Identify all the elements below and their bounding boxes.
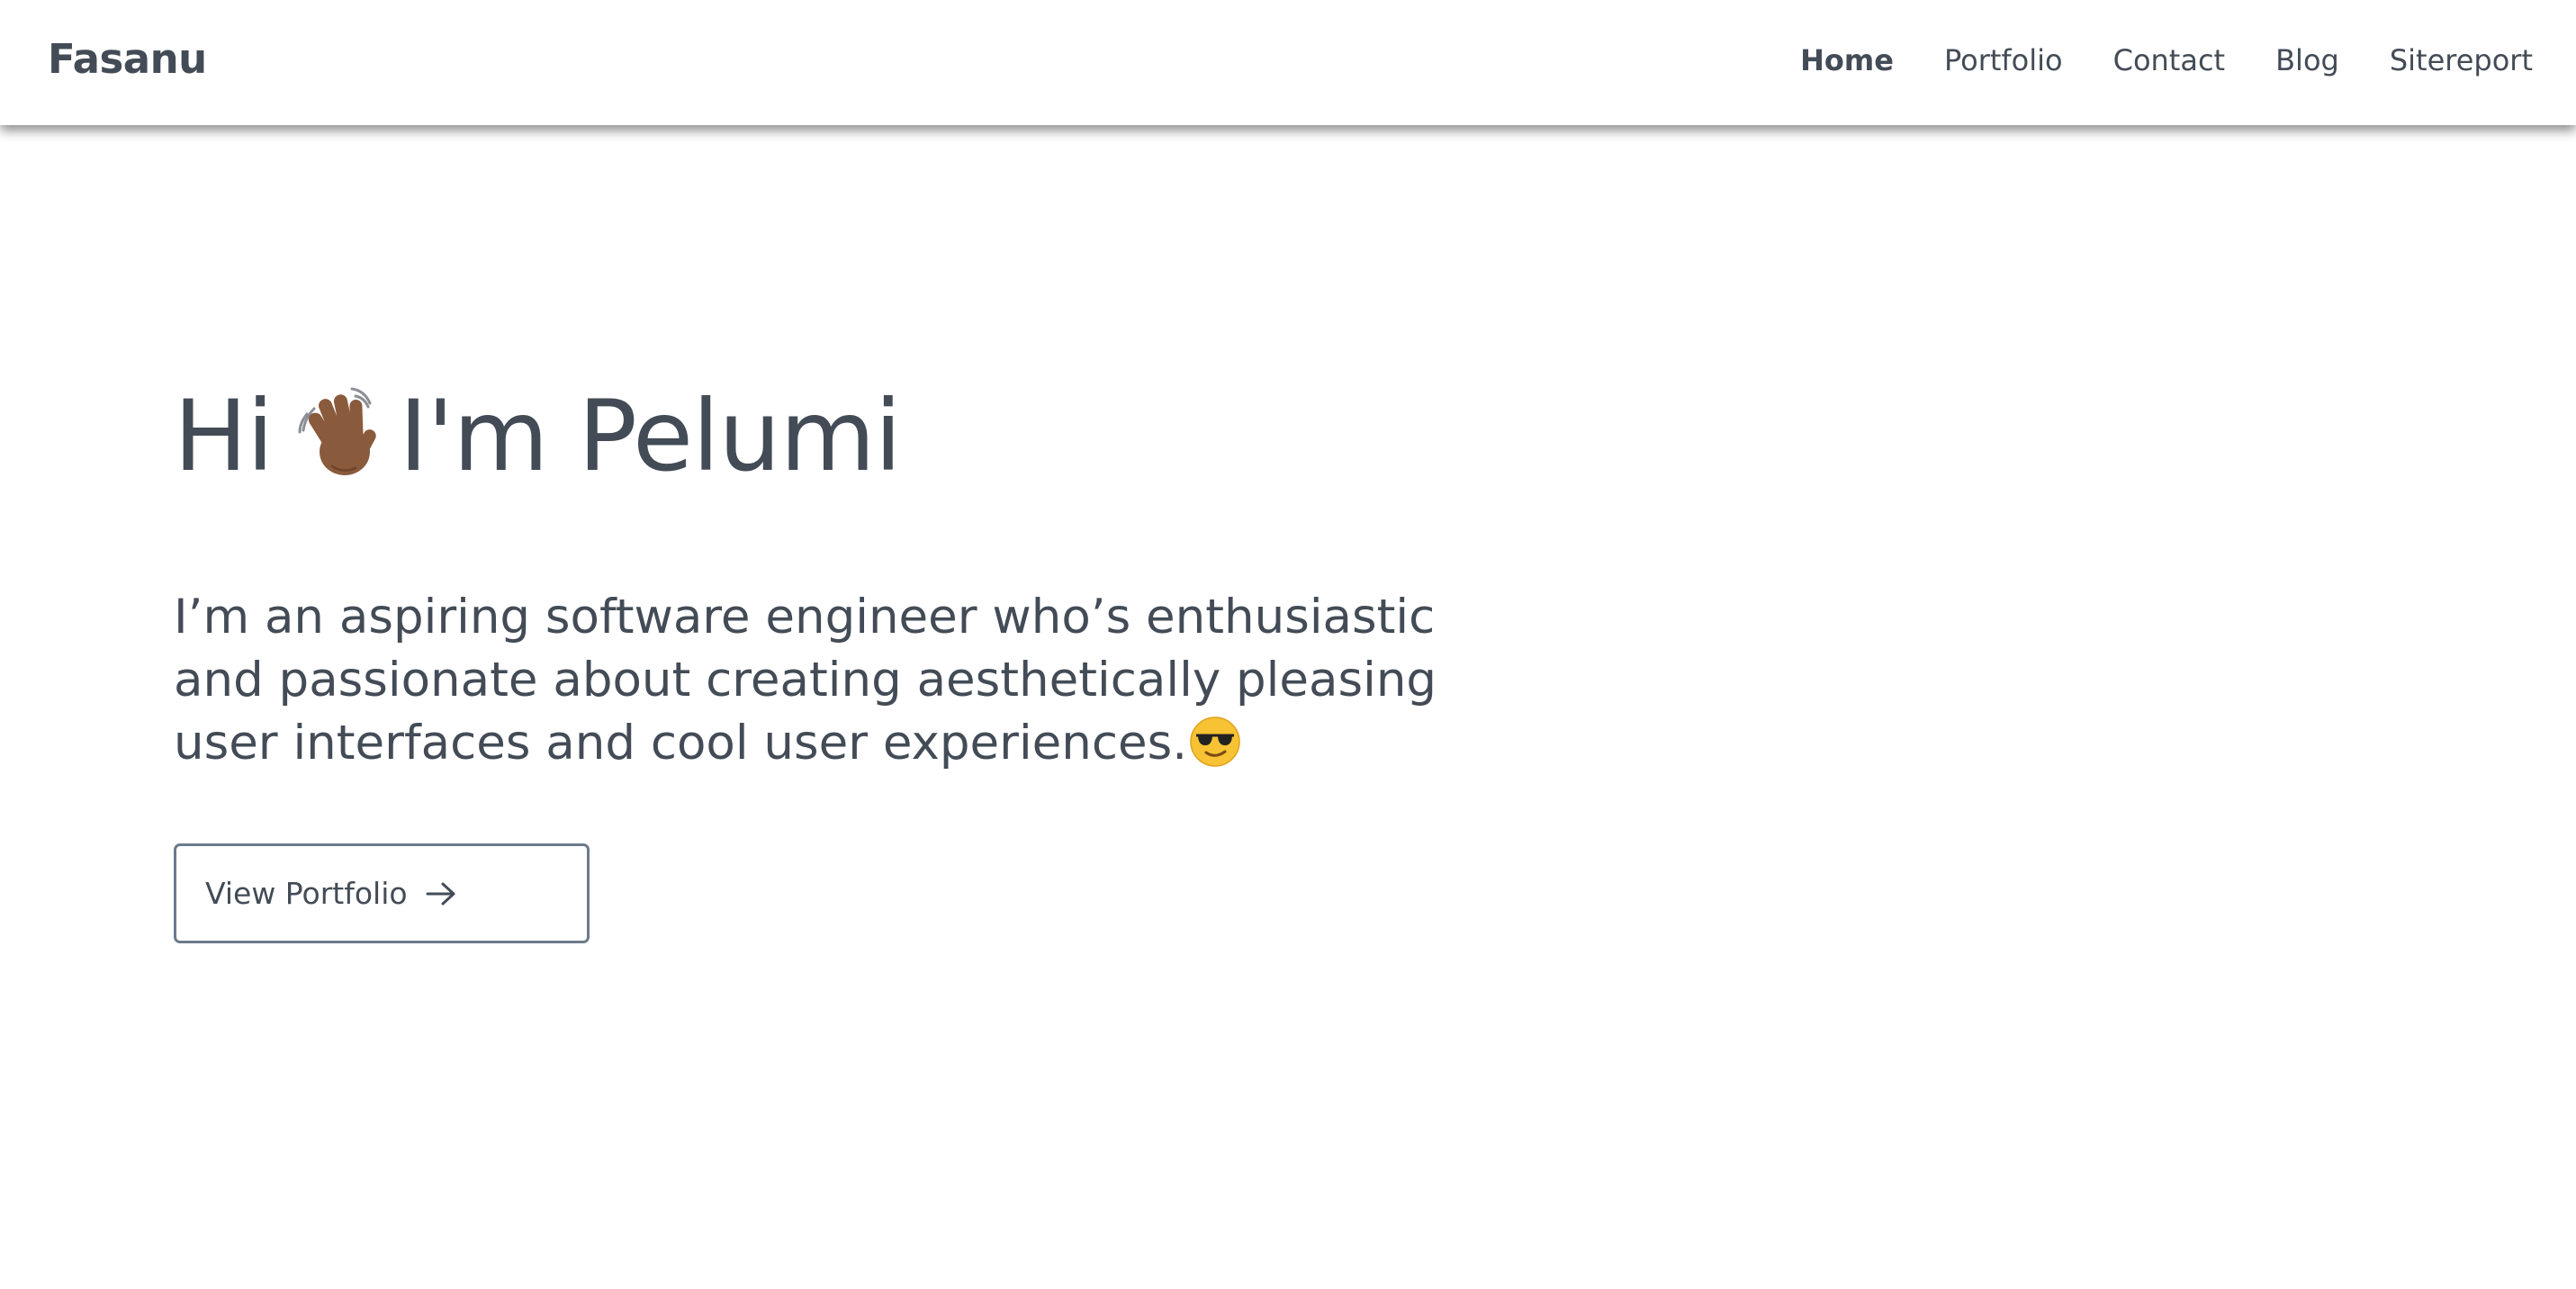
hero-title-name: I'm Pelumi bbox=[399, 379, 902, 493]
nav-item-home[interactable]: Home bbox=[1800, 43, 1894, 77]
hero-description: I’m an aspiring software engineer who’s … bbox=[174, 586, 1524, 775]
arrow-right-icon bbox=[424, 879, 458, 908]
navbar: Fasanu Home Portfolio Contact Blog Siter… bbox=[0, 0, 2576, 125]
hero-description-text: I’m an aspiring software engineer who’s … bbox=[174, 589, 1437, 771]
waving-hand-icon bbox=[289, 383, 388, 482]
nav-item-sitereport[interactable]: Sitereport bbox=[2390, 43, 2533, 77]
view-portfolio-label: View Portfolio bbox=[205, 876, 408, 911]
hero-section: Hi I'm Pelumi I’m an aspiring software e… bbox=[174, 378, 1614, 775]
hero-title-greeting: Hi bbox=[174, 379, 274, 493]
nav-item-blog[interactable]: Blog bbox=[2275, 43, 2339, 77]
nav-item-contact[interactable]: Contact bbox=[2113, 43, 2226, 77]
brand-logo[interactable]: Fasanu bbox=[48, 35, 207, 83]
hero-title: Hi I'm Pelumi bbox=[174, 378, 1614, 496]
main-nav: Home Portfolio Contact Blog Sitereport bbox=[1800, 43, 2533, 77]
view-portfolio-button[interactable]: View Portfolio bbox=[174, 843, 590, 943]
nav-item-portfolio[interactable]: Portfolio bbox=[1944, 43, 2063, 77]
sunglasses-icon bbox=[1189, 716, 1241, 768]
